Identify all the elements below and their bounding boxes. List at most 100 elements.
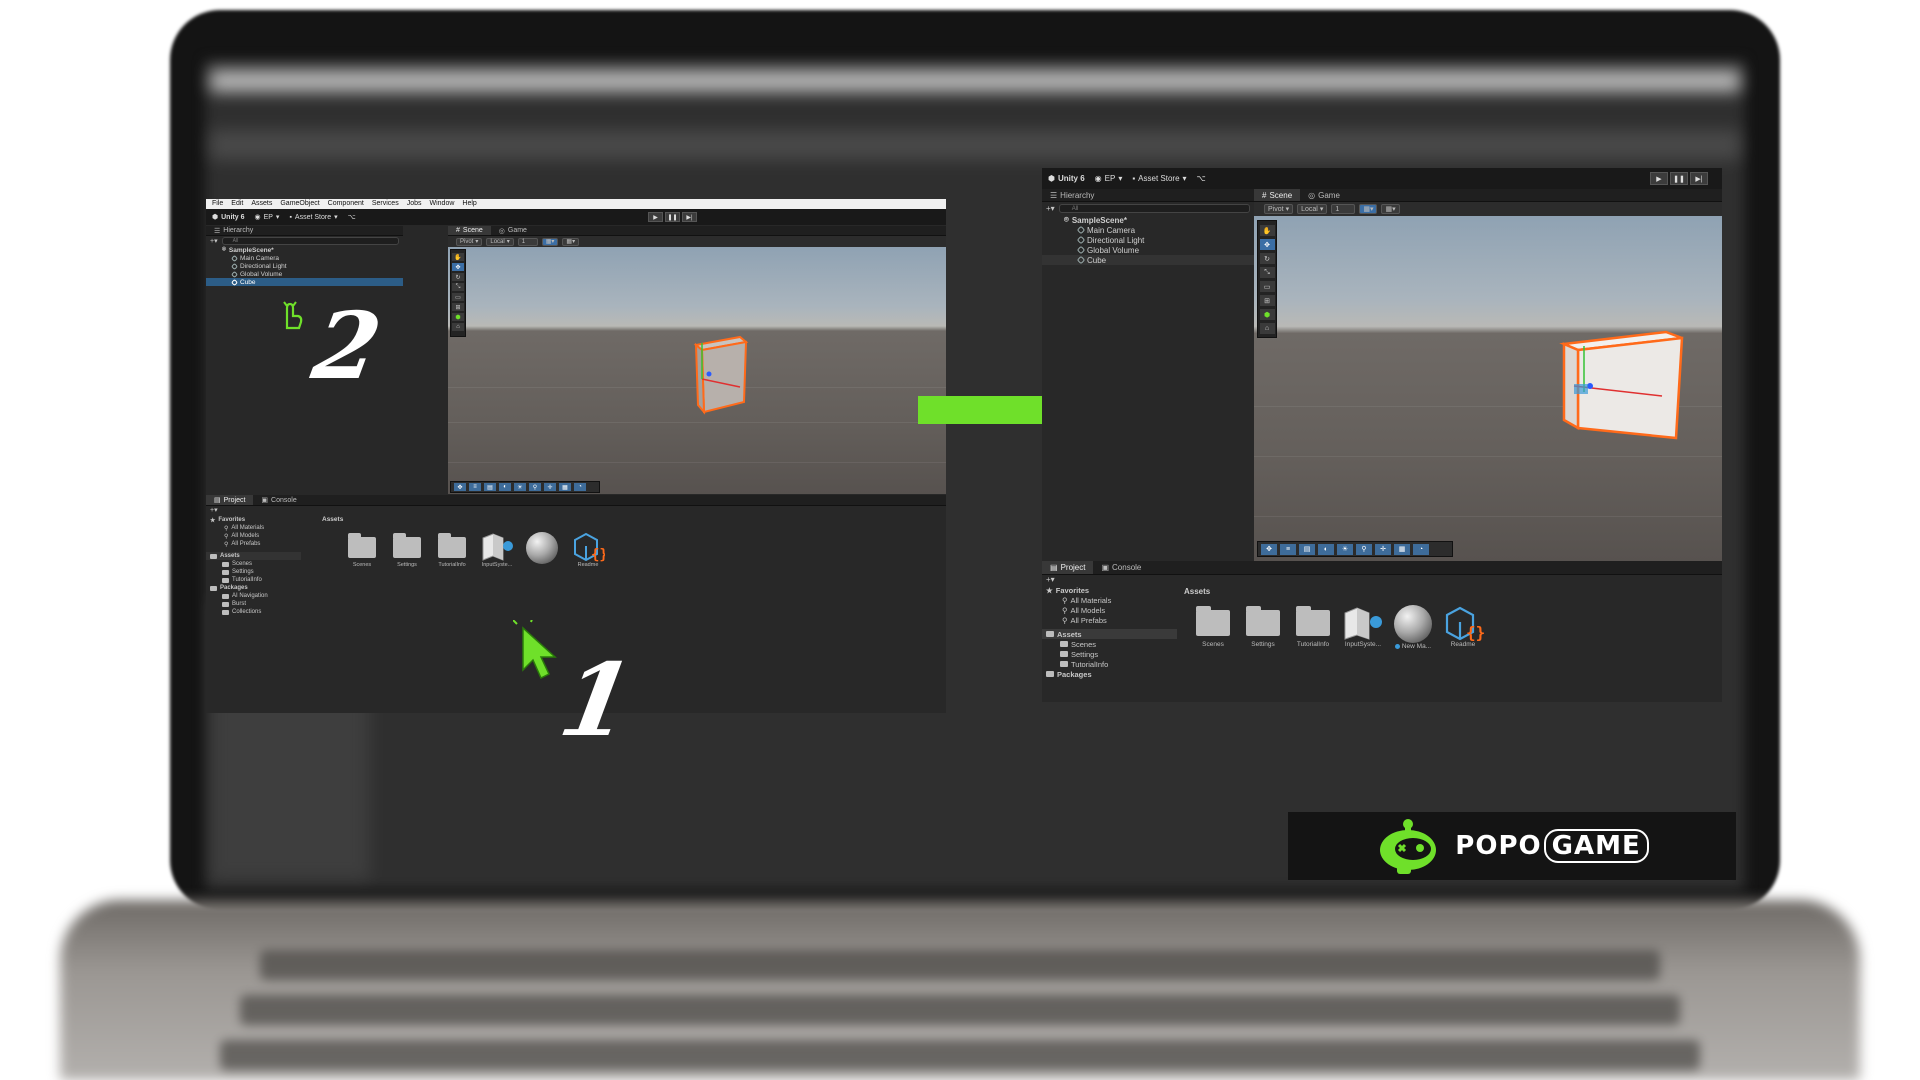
pause-button[interactable]: ❚❚ [1670,172,1688,185]
tab-hierarchy[interactable]: ☰ Hierarchy [206,226,261,235]
step-button[interactable]: ▶| [1690,172,1708,185]
tree-all-materials[interactable]: ⚲ All Materials [1042,595,1177,605]
tree-all-prefabs[interactable]: ⚲ All Prefabs [206,540,301,548]
local-dropdown[interactable]: Local ▾ [1297,204,1328,214]
version-control-icon[interactable]: ⌥ [348,213,356,221]
tree-settings[interactable]: Settings [1042,649,1177,659]
asset-store-dropdown[interactable]: ▪ Asset Store ▾ [289,213,337,222]
tree-assets[interactable]: Assets [1042,629,1177,639]
overlay-btn-icon[interactable]: ✛ [1375,543,1391,555]
scene-row[interactable]: ⌾ SampleScene* [206,246,403,254]
grid-dropdown[interactable]: ▦▾ [562,237,580,246]
account-dropdown[interactable]: ◉ EP ▾ [1095,174,1123,183]
transform-tool-icon[interactable]: ⊞ [1259,295,1275,306]
hierarchy-item-global-volume[interactable]: Global Volume [206,270,403,278]
asset-tutorialinfo[interactable]: TutorialInfo [1288,605,1338,648]
overlay-btn-icon[interactable]: ◐ [499,483,511,491]
asset-readme[interactable]: {} Readme [568,532,608,568]
move-tool-icon[interactable]: ✥ [452,263,464,271]
asset-inputsystem[interactable]: InputSyste... [1336,605,1390,648]
tab-game[interactable]: ◎ Game [1300,189,1348,201]
menu-gameobject[interactable]: GameObject [280,199,319,209]
tab-game[interactable]: ◎ Game [491,226,535,235]
tree-assets[interactable]: Assets [206,552,301,560]
tree-burst[interactable]: Burst [206,600,301,608]
tree-collections[interactable]: Collections [206,608,301,616]
asset-store-dropdown[interactable]: ▪ Asset Store ▾ [1132,174,1186,183]
play-button[interactable]: ▶ [648,212,663,222]
overlay-btn-icon[interactable]: ☀ [1337,543,1353,555]
scale-tool-icon[interactable]: ⤡ [452,283,464,291]
version-control-icon[interactable]: ⌥ [1197,174,1206,183]
tab-scene[interactable]: # Scene [1254,189,1301,201]
transform-tool-icon[interactable]: ⊞ [452,303,464,311]
rotate-tool-icon[interactable]: ↻ [1259,253,1275,264]
asset-settings[interactable]: Settings [387,532,427,568]
menu-edit[interactable]: Edit [231,199,243,209]
asset-new-material[interactable]: New Ma... [1388,605,1438,650]
tree-tutorialinfo[interactable]: TutorialInfo [1042,659,1177,669]
step-button[interactable]: ▶| [682,212,697,222]
grid-snap-toggle[interactable]: ▦▾ [541,237,559,246]
hierarchy-item-directional-light[interactable]: Directional Light [1042,235,1254,245]
snap-increment-field[interactable]: 1 [1331,204,1356,214]
unity-menu[interactable]: ⬢ Unity 6 [1048,174,1085,183]
pivot-dropdown[interactable]: Pivot ▾ [1264,204,1294,214]
account-dropdown[interactable]: ◉ EP ▾ [254,213,279,222]
tree-all-prefabs[interactable]: ⚲ All Prefabs [1042,615,1177,625]
tab-hierarchy[interactable]: ☰ Hierarchy [1042,189,1102,201]
hierarchy-item-directional-light[interactable]: Directional Light [206,262,403,270]
hierarchy-item-global-volume[interactable]: Global Volume [1042,245,1254,255]
rect-tool-icon[interactable]: ▭ [452,293,464,301]
tab-console[interactable]: ▣ Console [253,495,304,505]
add-icon[interactable]: +▾ [210,507,218,514]
tab-scene[interactable]: # Scene [448,226,491,235]
scene-viewport[interactable] [448,247,946,494]
tab-console[interactable]: ▣ Console [1093,561,1149,574]
asset-scenes[interactable]: Scenes [342,532,382,568]
overlay-btn-icon[interactable]: ✛ [544,483,556,491]
selected-cube[interactable] [448,247,946,494]
tree-favorites[interactable]: ★ Favorites [206,516,301,524]
hierarchy-search-input[interactable]: All [1058,204,1250,213]
tree-favorites[interactable]: ★ Favorites [1042,585,1177,595]
menu-jobs[interactable]: Jobs [407,199,422,209]
hierarchy-item-cube[interactable]: Cube [1042,255,1254,265]
tab-project[interactable]: ▤ Project [206,495,254,505]
unity-menu[interactable]: ⬢ Unity 6 [212,213,244,222]
overlay-btn-icon[interactable]: ✥ [1261,543,1277,555]
tree-packages[interactable]: Packages [206,584,301,592]
menu-file[interactable]: File [212,199,223,209]
custom-tool-icon[interactable]: ⬢ [452,313,464,321]
overlay-btn-icon[interactable]: ▦ [559,483,571,491]
pause-button[interactable]: ❚❚ [665,212,680,222]
asset-new-material[interactable] [522,532,562,564]
overlay-btn-icon[interactable]: ◔ [574,483,586,491]
tree-ai-navigation[interactable]: AI Navigation [206,592,301,600]
asset-settings[interactable]: Settings [1238,605,1288,648]
tree-settings[interactable]: Settings [206,568,301,576]
tree-scenes[interactable]: Scenes [206,560,301,568]
grid-dropdown[interactable]: ▦▾ [1381,204,1400,214]
asset-scenes[interactable]: Scenes [1188,605,1238,648]
menu-help[interactable]: Help [462,199,476,209]
pivot-dropdown[interactable]: Pivot ▾ [456,237,483,246]
overlay-btn-icon[interactable]: ⚲ [1356,543,1372,555]
overlay-btn-icon[interactable]: ⚲ [529,483,541,491]
menu-window[interactable]: Window [430,199,455,209]
view-tool-icon[interactable]: ⌂ [1259,323,1275,334]
asset-readme[interactable]: {} Readme [1438,605,1488,648]
snap-increment-field[interactable]: 1 [517,237,538,246]
move-tool-icon[interactable]: ✥ [1259,239,1275,250]
scene-row[interactable]: ⌾ SampleScene* [1042,215,1254,225]
overlay-btn-icon[interactable]: ≡ [469,483,481,491]
add-icon[interactable]: +▾ [1046,204,1055,213]
add-icon[interactable]: +▾ [1046,575,1055,584]
scale-tool-icon[interactable]: ⤡ [1259,267,1275,278]
tree-all-materials[interactable]: ⚲ All Materials [206,524,301,532]
view-tool-icon[interactable]: ⌂ [452,323,464,331]
add-icon[interactable]: +▾ [210,237,218,245]
tree-tutorialinfo[interactable]: TutorialInfo [206,576,301,584]
overlay-btn-icon[interactable]: ✥ [454,483,466,491]
overlay-btn-icon[interactable]: ◐ [1318,543,1334,555]
